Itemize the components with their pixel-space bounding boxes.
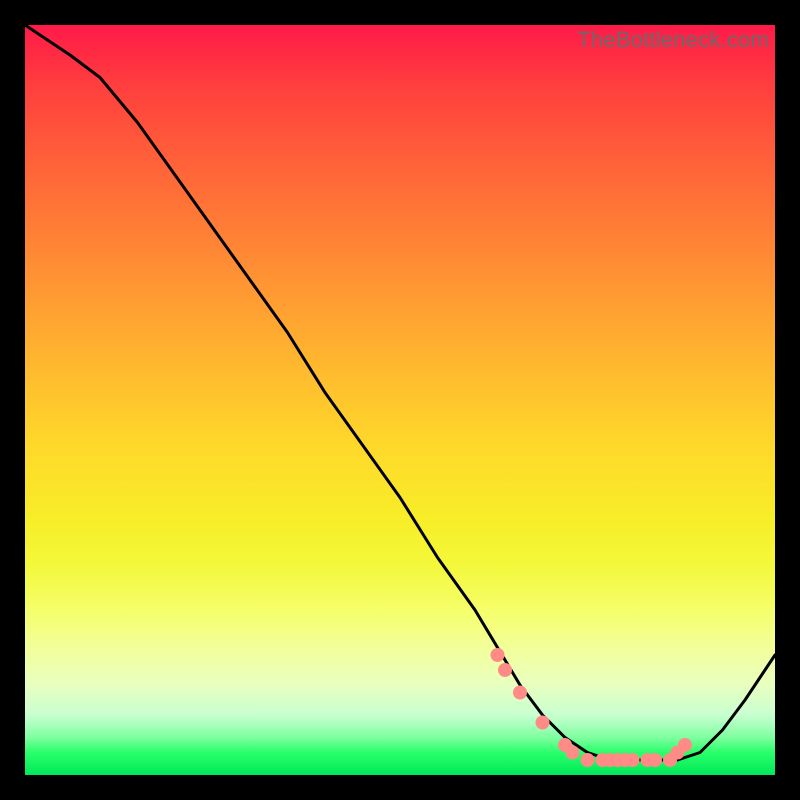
- curve-marker: [678, 738, 692, 752]
- curve-marker: [491, 648, 505, 662]
- curve-marker: [536, 716, 550, 730]
- curve-marker: [498, 663, 512, 677]
- curve-line: [25, 25, 775, 760]
- curve-marker: [626, 753, 640, 767]
- curve-marker: [566, 746, 580, 760]
- curve-marker: [581, 753, 595, 767]
- marker-group: [491, 648, 693, 767]
- curve-marker: [513, 686, 527, 700]
- curve-marker: [648, 753, 662, 767]
- chart-frame: TheBottleneck.com: [0, 0, 800, 800]
- plot-area: TheBottleneck.com: [25, 25, 775, 775]
- bottleneck-curve: [25, 25, 775, 775]
